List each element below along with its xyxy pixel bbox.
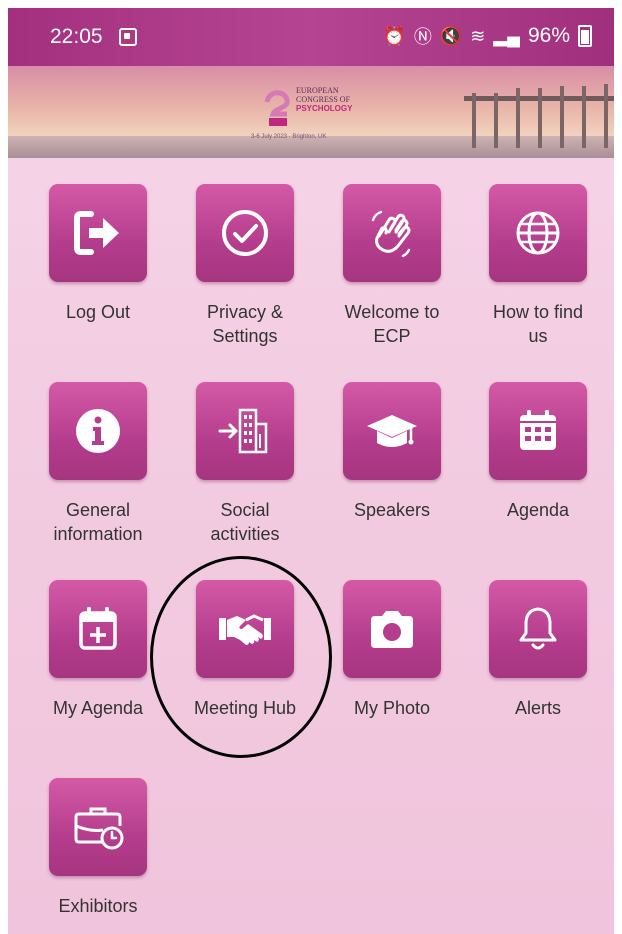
logo-mark-icon xyxy=(264,90,290,126)
tile-meeting-hub[interactable]: Meeting Hub xyxy=(189,580,301,720)
wifi-icon: ≋ xyxy=(470,25,486,46)
tile-label: Meeting Hub xyxy=(193,698,297,718)
agenda-button[interactable] xyxy=(489,382,587,480)
info-icon xyxy=(76,409,120,453)
privacy-settings-button[interactable] xyxy=(196,184,294,282)
my-photo-button[interactable] xyxy=(343,580,441,678)
alarm-icon: ⏰ xyxy=(383,25,406,46)
globe-icon xyxy=(516,211,560,255)
notification-icon xyxy=(119,28,137,46)
tile-social-activities[interactable]: Social activities xyxy=(189,382,301,546)
status-time: 22:05 xyxy=(50,25,103,48)
exhibitors-button[interactable] xyxy=(49,778,147,876)
tile-how-to-find-us[interactable]: How to find us xyxy=(482,184,594,348)
handshake-icon xyxy=(219,614,271,645)
tile-exhibitors[interactable]: Exhibitors xyxy=(42,778,154,918)
logo-line-3: PSYCHOLOGY xyxy=(296,104,353,113)
tile-label: Agenda xyxy=(506,500,570,520)
my-agenda-button[interactable] xyxy=(49,580,147,678)
briefcase-clock-icon xyxy=(74,807,124,850)
camera-icon xyxy=(371,611,413,648)
tile-label: Social activities xyxy=(210,500,280,544)
tile-label: Alerts xyxy=(514,698,561,718)
check-circle-icon xyxy=(222,210,268,256)
tile-welcome[interactable]: Welcome to ECP xyxy=(336,184,448,348)
tile-label: How to find us xyxy=(492,302,584,346)
nfc-icon: Ⓝ xyxy=(413,27,432,47)
welcome-button[interactable] xyxy=(343,184,441,282)
how-to-find-us-button[interactable] xyxy=(489,184,587,282)
tile-label: My Agenda xyxy=(52,698,144,718)
logo-subtitle: 3-6 July 2023 · Brighton, UK xyxy=(251,134,327,140)
logo-line-1: EUROPEAN xyxy=(296,86,339,95)
tile-my-photo[interactable]: My Photo xyxy=(336,580,448,720)
tile-general-information[interactable]: General information xyxy=(42,382,154,546)
calendar-icon xyxy=(520,410,556,450)
tile-label: General information xyxy=(53,500,143,544)
system-icons: ⏰ Ⓝ 🔇 ≋ ▂▄ 96% xyxy=(383,23,592,49)
tile-label: Log Out xyxy=(65,302,131,322)
status-bar: 22:05 ⏰ Ⓝ 🔇 ≋ ▂▄ 96% xyxy=(8,8,614,66)
bell-icon xyxy=(519,607,557,650)
social-activities-button[interactable] xyxy=(196,382,294,480)
graduation-cap-icon xyxy=(367,415,417,447)
tile-label: My Photo xyxy=(353,698,431,718)
tile-label: Welcome to ECP xyxy=(344,302,440,346)
signal-icon: ▂▄ xyxy=(493,25,520,46)
tile-log-out[interactable]: Log Out xyxy=(42,184,154,324)
tile-speakers[interactable]: Speakers xyxy=(336,382,448,522)
tile-my-agenda[interactable]: My Agenda xyxy=(42,580,154,720)
logout-icon xyxy=(74,211,119,255)
mute-icon: 🔇 xyxy=(439,25,463,46)
battery-percent: 96% xyxy=(527,24,570,47)
waving-hand-icon xyxy=(371,210,411,258)
tile-agenda[interactable]: Agenda xyxy=(482,382,594,522)
app-screen: 22:05 ⏰ Ⓝ 🔇 ≋ ▂▄ 96% EUROPEAN CONGRESS O… xyxy=(8,8,614,934)
tile-label: Privacy & Settings xyxy=(206,302,284,346)
meeting-hub-button[interactable] xyxy=(196,580,294,678)
ecp-logo: EUROPEAN CONGRESS OF PSYCHOLOGY 3-6 July… xyxy=(251,80,403,140)
tile-alerts[interactable]: Alerts xyxy=(482,580,594,720)
logo-line-2: CONGRESS OF xyxy=(296,95,351,104)
building-arrow-icon xyxy=(218,408,268,454)
battery-icon xyxy=(578,25,592,47)
calendar-plus-icon xyxy=(79,607,117,650)
event-banner: EUROPEAN CONGRESS OF PSYCHOLOGY 3-6 July… xyxy=(8,66,614,158)
general-information-button[interactable] xyxy=(49,382,147,480)
pier-image xyxy=(464,78,614,148)
tile-label: Exhibitors xyxy=(58,896,138,916)
log-out-button[interactable] xyxy=(49,184,147,282)
tile-label: Speakers xyxy=(353,500,431,520)
tile-privacy-settings[interactable]: Privacy & Settings xyxy=(189,184,301,348)
speakers-button[interactable] xyxy=(343,382,441,480)
alerts-button[interactable] xyxy=(489,580,587,678)
